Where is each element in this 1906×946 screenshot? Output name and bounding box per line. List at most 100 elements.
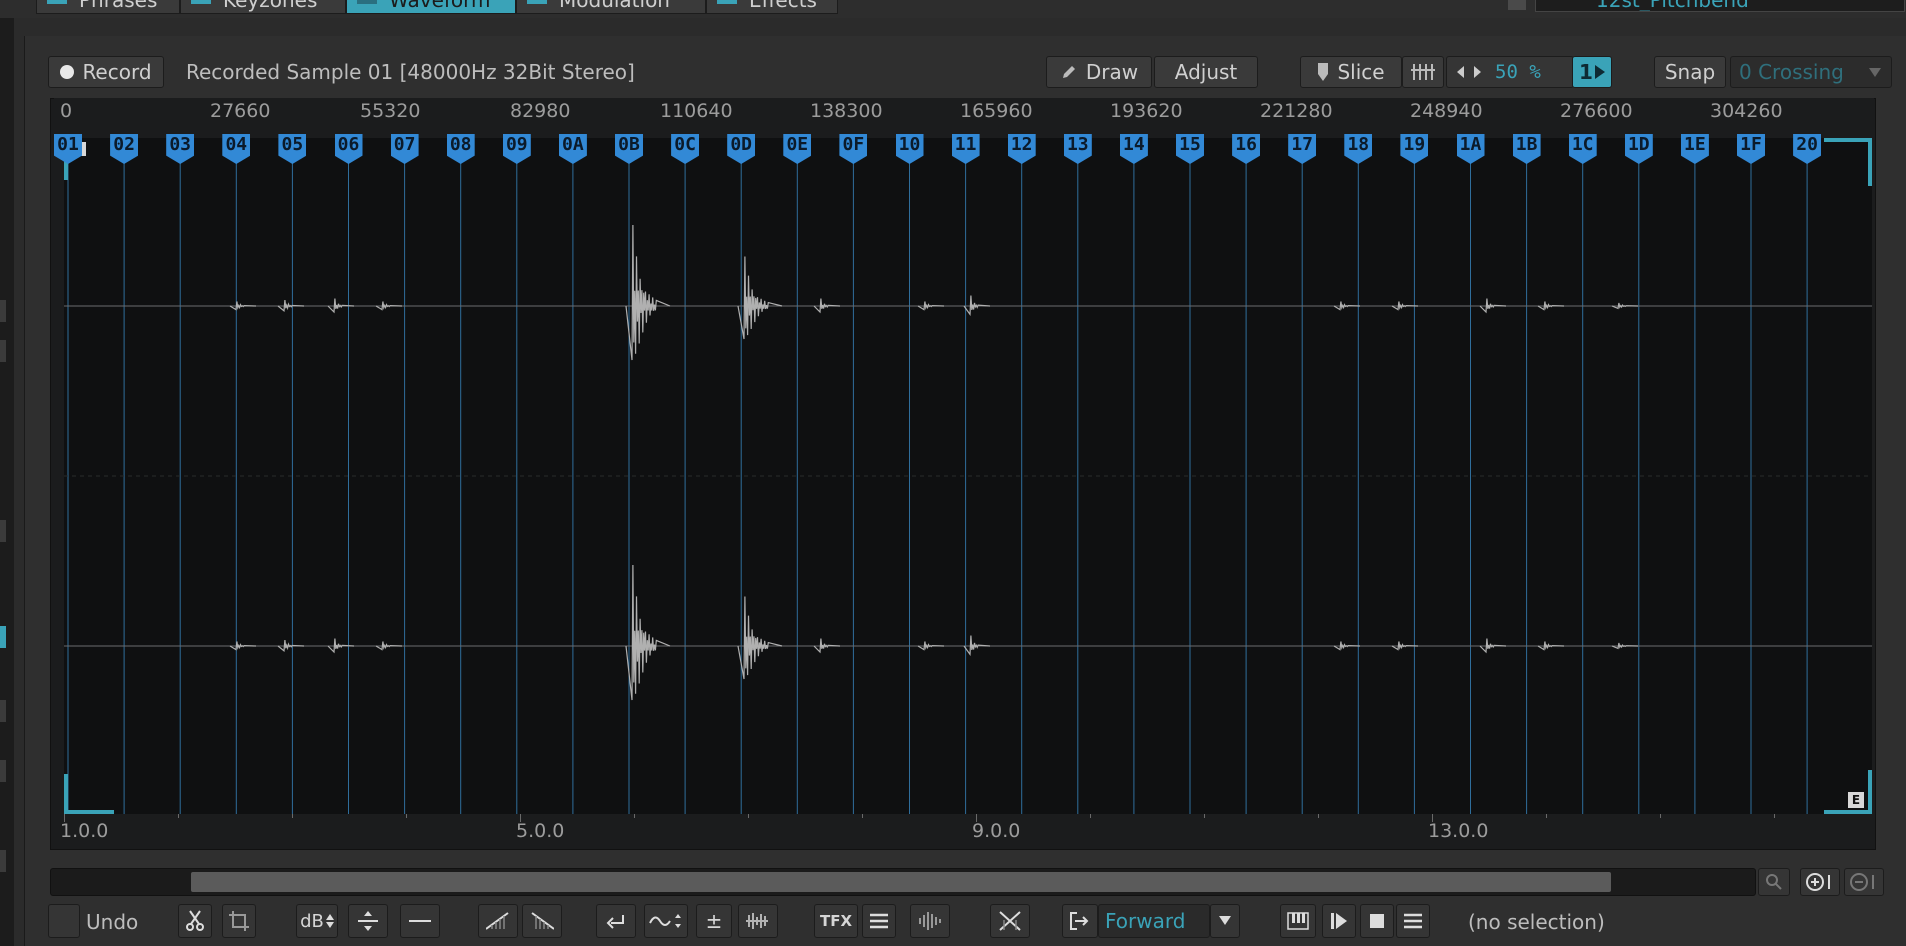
zoom-to-selection-button[interactable] [1758,868,1790,896]
tab-modulation[interactable]: Modulation [516,0,706,14]
ruler-minor-tick [1090,814,1091,818]
arrow-right-icon[interactable] [1473,66,1481,78]
invert-button[interactable]: ± [696,904,732,938]
waveform-display[interactable]: E [64,138,1872,814]
sample-ruler[interactable]: 0 27660 55320 82980 110640 138300 165960… [54,98,1874,128]
trim-icon [746,911,770,931]
snap-button[interactable]: Snap [1654,56,1726,88]
top-tab-bar: Phrases Keyzones Waveform Modulation Eff… [0,0,1906,18]
waveform-burst [963,635,991,657]
play-button[interactable] [1322,904,1356,938]
magnifier-icon [1765,873,1783,891]
playback-mode-dropdown[interactable] [1210,904,1240,938]
horizontal-scrollbar[interactable] [50,868,1756,896]
modulation-icon [527,0,547,4]
crop-button[interactable] [222,904,256,938]
beat-sync-toggle[interactable]: 1 [1572,56,1612,88]
dc-offset-button[interactable] [644,904,688,938]
tab-waveform[interactable]: Waveform [346,0,516,14]
silence-button[interactable] [400,904,440,938]
ruler-minor-tick [406,814,407,818]
snap-mode-select[interactable]: 0 Crossing [1730,56,1892,88]
crop-icon [229,911,249,931]
keyboard-button[interactable] [1280,904,1316,938]
trim-button[interactable] [738,904,778,938]
waveform-burst [737,256,783,340]
auto-slice-button[interactable] [1402,56,1444,88]
ruler-tick: 248940 [1410,100,1483,122]
left-edge-strip [0,0,14,946]
options-button[interactable] [1396,904,1430,938]
adjust-button[interactable]: Adjust [1154,56,1258,88]
ruler-minor-tick [1546,814,1547,818]
ruler-tick: 165960 [960,100,1033,122]
reverse-icon [605,911,627,931]
undo-checkbox[interactable] [48,904,80,938]
plus-minus-icon: ± [705,909,723,933]
ruler-minor-tick [862,814,863,818]
tfx-button[interactable]: TFX [814,904,858,938]
ruler-minor-tick [1318,814,1319,818]
record-button[interactable]: Record [48,56,164,88]
updown-icon [325,914,334,928]
ruler-minor-tick [1204,814,1205,818]
ruler-tick: 138300 [810,100,883,122]
ruler-tick: 13.0.0 [1428,820,1489,842]
instrument-selector[interactable]: 12st_Pitchbend [1535,0,1905,12]
normalize-button[interactable] [348,904,388,938]
ruler-minor-tick [976,814,977,822]
tab-phrases[interactable]: Phrases [36,0,180,14]
dropdown-arrow-icon [1869,68,1881,78]
edge-mark-active [0,626,6,648]
arrow-left-icon[interactable] [1457,66,1465,78]
db-scale-button[interactable]: dB [296,904,338,938]
normalize-icon [357,910,379,932]
loop-end-corner [1824,138,1872,142]
beat-ruler[interactable]: 1.0.0 5.0.0 9.0.0 13.0.0 [54,814,1874,846]
edge-mark [0,520,6,542]
waveform-burst [277,299,305,312]
waveform-burst [737,596,783,680]
reverse-button[interactable] [596,904,636,938]
playback-mode-select[interactable]: Forward [1098,904,1210,938]
edge-mark [0,340,6,362]
play-arrow-icon [1594,65,1605,79]
ruler-tick: 82980 [510,100,571,122]
tab-effects[interactable]: Effects [706,0,838,14]
ruler-tick: 5.0.0 [516,820,565,842]
waveform-icon [917,911,943,931]
loop-mode-button[interactable] [1062,904,1098,938]
loop-end-handle[interactable]: E [1848,792,1864,808]
edge-mark [0,760,6,782]
fade-in-button[interactable] [478,904,518,938]
waveform-view-button[interactable] [910,904,950,938]
tab-keyzones[interactable]: Keyzones [180,0,346,14]
play-icon [1330,912,1348,930]
selection-status: (no selection) [1468,910,1605,934]
waveform-burst [1479,638,1507,654]
waveform-burst [327,638,355,654]
zoom-out-icon [1849,872,1879,892]
waveform-burst [277,639,305,652]
slice-button[interactable]: Slice [1300,56,1402,88]
draw-button[interactable]: Draw [1046,56,1152,88]
waveform-burst [327,298,355,314]
zoom-stepper[interactable]: 50 % [1446,56,1574,88]
stop-button[interactable] [1360,904,1394,938]
cut-button[interactable] [178,904,212,938]
fade-out-button[interactable] [522,904,562,938]
zoom-out-vertical-button[interactable] [1844,868,1884,896]
ruler-tick: 27660 [210,100,271,122]
process-menu-button[interactable] [862,904,896,938]
scrollbar-thumb[interactable] [191,872,1611,892]
loop-end-corner [1868,770,1872,814]
crossfade-icon [998,910,1022,932]
loop-mode-icon [1069,911,1091,931]
zoom-in-icon [1805,872,1835,892]
waveform-burst [963,295,991,317]
zoom-in-vertical-button[interactable] [1800,868,1840,896]
list-icon [1404,913,1422,929]
crossfade-button[interactable] [990,904,1030,938]
wave-updown-icon [649,911,683,931]
pencil-icon [1060,63,1078,81]
